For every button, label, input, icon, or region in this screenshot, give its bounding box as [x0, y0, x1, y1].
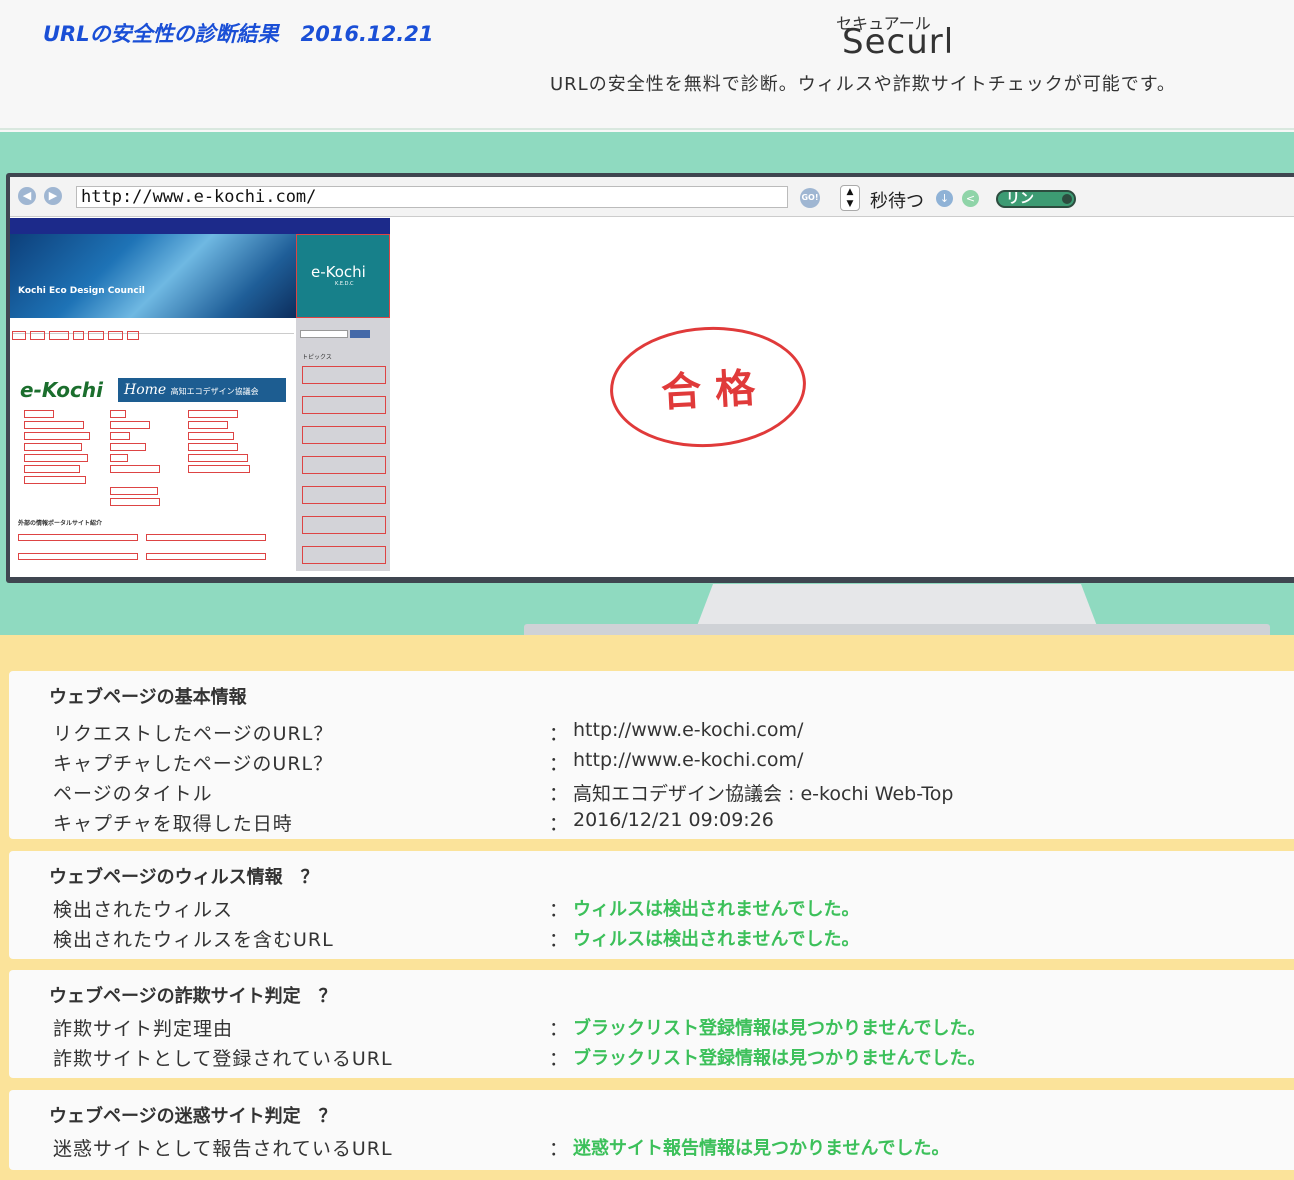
nuisance-info-panel: ウェブページの迷惑サイト判定 ？ 迷惑サイトとして報告されているURL ： 迷惑… — [9, 1090, 1294, 1170]
thumb-search-go — [350, 330, 370, 338]
pass-stamp-label: 合格 — [660, 364, 771, 417]
thumb-topic — [302, 546, 386, 564]
monitor-stand — [697, 584, 1097, 626]
up-down-stepper-icon[interactable]: ▲ ▼ — [840, 185, 860, 211]
info-row: 検出されたウィルス ： ウィルスは検出されませんでした。 — [53, 895, 1253, 925]
thumb-logo-box: e-Kochi K.E.D.C — [296, 234, 390, 318]
capture-time-label: キャプチャを取得した日時 — [53, 813, 293, 835]
thumb-home-sub: 高知エコデザイン協議会 — [170, 387, 259, 396]
virus-info-heading[interactable]: ウェブページのウィルス情報 ？ — [49, 863, 319, 889]
page-title-text: URLの安全性の診断結果 — [43, 22, 279, 46]
info-row: キャプチャを取得した日時 ： 2016/12/21 09:09:26 — [53, 809, 1253, 839]
info-row: リクエストしたページのURL？ ： http://www.e-kochi.com… — [53, 719, 1253, 749]
thumb-sidebar: トピックス — [296, 318, 390, 571]
thumb-column — [24, 410, 94, 487]
page-title-label: ページのタイトル — [53, 783, 213, 805]
thumb-logo-text: e-Kochi — [311, 263, 366, 281]
info-row: ページのタイトル ： 高知エコデザイン協議会 : e-kochi Web-Top — [53, 779, 1253, 809]
captured-url-label[interactable]: キャプチャしたページのURL？ — [53, 749, 333, 776]
url-field[interactable]: http://www.e-kochi.com/ — [76, 186, 788, 208]
thumb-portal-links — [18, 528, 288, 571]
thumb-menu — [12, 322, 294, 340]
thumb-topics-label: トピックス — [302, 354, 332, 361]
detected-virus-value: ウィルスは検出されませんでした。 — [573, 899, 860, 920]
thumb-home-label: Home — [124, 382, 167, 398]
link-toggle[interactable]: リン — [996, 190, 1076, 208]
requested-url-value: http://www.e-kochi.com/ — [573, 719, 804, 741]
colon: ： — [549, 1048, 569, 1070]
thumb-banner-text: Kochi Eco Design Council — [18, 286, 145, 296]
thumb-column — [110, 410, 170, 509]
thumb-portal-label: 外部の情報ポータルサイト紹介 — [18, 520, 103, 527]
page-title: URLの安全性の診断結果 2016.12.21 — [43, 18, 433, 48]
info-row: 詐欺サイトとして登録されているURL ： ブラックリスト登録情報は見つかりません… — [53, 1044, 1253, 1074]
download-icon[interactable]: ↓ — [936, 190, 953, 207]
link-toggle-label: リン — [1006, 191, 1034, 207]
page-title-value: 高知エコデザイン協議会 : e-kochi Web-Top — [573, 783, 954, 805]
virus-url-label: 検出されたウィルスを含むURL — [53, 929, 334, 951]
thumb-site-logo: e-Kochi — [20, 378, 103, 402]
browser-toolbar: ◀ ▶ http://www.e-kochi.com/ GO! ▲ ▼ 秒待つ ↓… — [10, 177, 1294, 217]
basic-info-panel: ウェブページの基本情報 リクエストしたページのURL？ ： http://www… — [9, 671, 1294, 839]
thumb-topic — [302, 456, 386, 474]
captured-page-thumbnail: Kochi Eco Design Council e-Kochi K.E.D.C… — [10, 218, 390, 571]
results-area: ウェブページの基本情報 リクエストしたページのURL？ ： http://www… — [0, 635, 1294, 1180]
thumb-topic — [302, 366, 386, 384]
nuisance-url-label: 迷惑サイトとして報告されているURL — [53, 1138, 393, 1160]
thumb-topic — [302, 516, 386, 534]
thumb-topic — [302, 396, 386, 414]
thumb-topic — [302, 426, 386, 444]
colon: ： — [549, 1018, 569, 1040]
info-row: 検出されたウィルスを含むURL ： ウィルスは検出されませんでした。 — [53, 925, 1253, 955]
fraud-url-label: 詐欺サイトとして登録されているURL — [53, 1048, 393, 1070]
fraud-reason-value: ブラックリスト登録情報は見つかりませんでした。 — [573, 1018, 986, 1039]
colon: ： — [549, 929, 569, 951]
thumb-column — [188, 410, 268, 476]
capture-time-value: 2016/12/21 09:09:26 — [573, 809, 774, 831]
tagline: URLの安全性を無料で診断。ウィルスや詐欺サイトチェックが可能です。 — [550, 74, 1176, 95]
go-button[interactable]: GO! — [800, 188, 820, 208]
thumb-top-strip — [10, 218, 390, 234]
report-date: 2016.12.21 — [300, 22, 434, 46]
capture-stage: ◀ ▶ http://www.e-kochi.com/ GO! ▲ ▼ 秒待つ ↓… — [0, 132, 1294, 638]
share-icon[interactable]: < — [962, 190, 979, 207]
virus-url-value: ウィルスは検出されませんでした。 — [573, 929, 860, 950]
pass-stamp: 合格 — [606, 321, 810, 453]
monitor-screen: ◀ ▶ http://www.e-kochi.com/ GO! ▲ ▼ 秒待つ ↓… — [10, 177, 1294, 577]
captured-url-value: http://www.e-kochi.com/ — [573, 749, 804, 771]
back-arrow-icon[interactable]: ◀ — [18, 187, 36, 205]
monitor-frame: ◀ ▶ http://www.e-kochi.com/ GO! ▲ ▼ 秒待つ ↓… — [6, 173, 1294, 583]
fraud-info-heading[interactable]: ウェブページの詐欺サイト判定 ？ — [49, 982, 337, 1008]
detected-virus-label: 検出されたウィルス — [53, 899, 234, 921]
colon: ： — [549, 723, 569, 745]
fraud-info-panel: ウェブページの詐欺サイト判定 ？ 詐欺サイト判定理由 ： ブラックリスト登録情報… — [9, 970, 1294, 1078]
colon: ： — [549, 753, 569, 775]
brand-logo[interactable]: Securl — [842, 22, 954, 62]
toggle-knob — [1062, 194, 1072, 204]
colon: ： — [549, 899, 569, 921]
forward-arrow-icon[interactable]: ▶ — [44, 187, 62, 205]
colon: ： — [549, 1138, 569, 1160]
fraud-reason-label: 詐欺サイト判定理由 — [53, 1018, 234, 1040]
thumb-home-banner: Home 高知エコデザイン協議会 — [118, 378, 286, 402]
wait-seconds-label: 秒待つ — [870, 191, 924, 212]
info-row: 迷惑サイトとして報告されているURL ： 迷惑サイト報告情報は見つかりませんでし… — [53, 1134, 1253, 1164]
info-row: キャプチャしたページのURL？ ： http://www.e-kochi.com… — [53, 749, 1253, 779]
virus-info-panel: ウェブページのウィルス情報 ？ 検出されたウィルス ： ウィルスは検出されません… — [9, 851, 1294, 959]
site-header: URLの安全性の診断結果 2016.12.21 セキュアール Securl URL… — [0, 0, 1294, 130]
info-row: 詐欺サイト判定理由 ： ブラックリスト登録情報は見つかりませんでした。 — [53, 1014, 1253, 1044]
thumb-logo-sub: K.E.D.C — [335, 281, 354, 287]
thumb-search-box — [300, 330, 348, 338]
thumb-banner: Kochi Eco Design Council — [10, 234, 296, 318]
nuisance-info-heading[interactable]: ウェブページの迷惑サイト判定 ？ — [49, 1102, 337, 1128]
colon: ： — [549, 783, 569, 805]
nuisance-url-value: 迷惑サイト報告情報は見つかりませんでした。 — [573, 1138, 950, 1159]
fraud-url-value: ブラックリスト登録情報は見つかりませんでした。 — [573, 1048, 986, 1069]
requested-url-label[interactable]: リクエストしたページのURL？ — [53, 719, 333, 746]
basic-info-heading: ウェブページの基本情報 — [49, 687, 247, 708]
colon: ： — [549, 813, 569, 835]
thumb-topic — [302, 486, 386, 504]
